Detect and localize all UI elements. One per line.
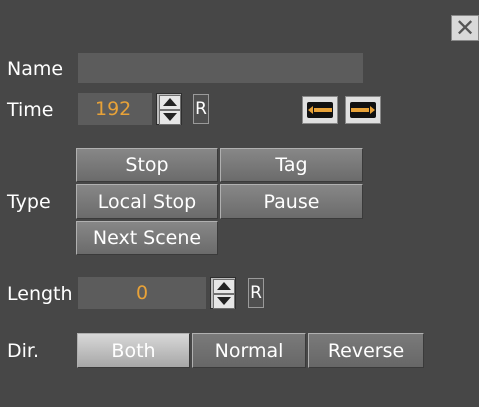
- event-editor-panel: ✕ Name Time 192 R Type Stop Tag Local St…: [0, 0, 485, 407]
- dir-both-button[interactable]: Both: [77, 333, 190, 368]
- length-field[interactable]: 0: [78, 277, 206, 309]
- length-stepper[interactable]: [210, 277, 236, 309]
- length-reset-button[interactable]: R: [248, 278, 264, 308]
- type-next-scene-button[interactable]: Next Scene: [76, 221, 218, 255]
- name-field[interactable]: [78, 53, 363, 83]
- name-label: Name: [7, 58, 64, 80]
- arrow-down-icon: [217, 297, 231, 305]
- dir-reverse-button[interactable]: Reverse: [308, 333, 424, 368]
- arrow-up-icon: [217, 282, 231, 290]
- length-increment-button[interactable]: [213, 279, 235, 294]
- arrow-down-icon: [163, 113, 177, 121]
- type-tag-button[interactable]: Tag: [220, 148, 363, 182]
- previous-icon: [307, 102, 333, 118]
- arrow-up-icon: [163, 98, 177, 106]
- dir-normal-button[interactable]: Normal: [192, 333, 306, 368]
- type-stop-button[interactable]: Stop: [76, 148, 218, 182]
- close-icon: ✕: [454, 14, 476, 42]
- time-increment-button[interactable]: [159, 95, 181, 110]
- time-stepper[interactable]: [156, 93, 182, 125]
- type-label: Type: [7, 191, 51, 213]
- time-decrement-button[interactable]: [159, 110, 181, 125]
- dir-label: Dir.: [7, 340, 40, 362]
- next-icon: [350, 102, 376, 118]
- type-local-stop-button[interactable]: Local Stop: [76, 184, 218, 219]
- time-label: Time: [7, 99, 54, 121]
- jump-previous-button[interactable]: [302, 96, 338, 124]
- close-button[interactable]: ✕: [451, 15, 479, 41]
- time-reset-button[interactable]: R: [193, 94, 209, 124]
- jump-next-button[interactable]: [345, 96, 381, 124]
- time-field[interactable]: 192: [78, 93, 152, 125]
- type-pause-button[interactable]: Pause: [220, 184, 363, 219]
- length-decrement-button[interactable]: [213, 294, 235, 309]
- length-label: Length: [7, 285, 73, 304]
